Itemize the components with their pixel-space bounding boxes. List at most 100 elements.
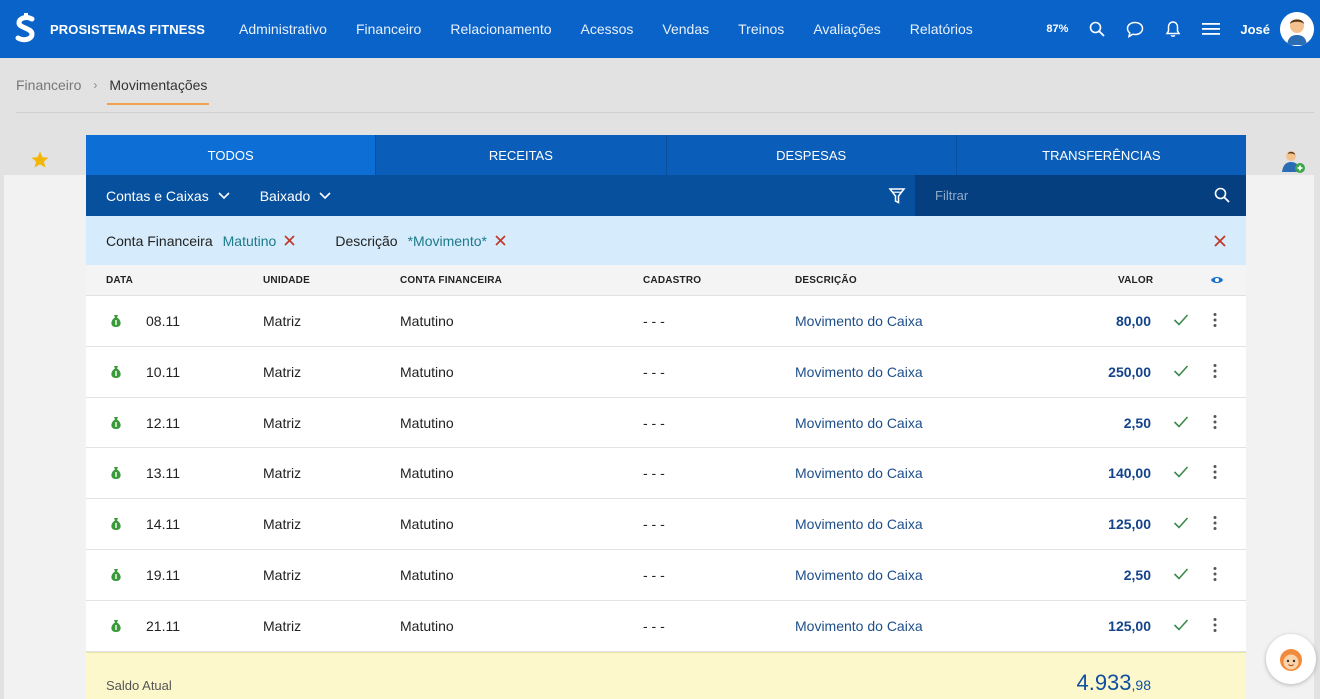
cell-cadastro: - - - bbox=[643, 566, 665, 583]
cell-descricao[interactable]: Movimento do Caixa bbox=[795, 465, 923, 481]
cell-conta: Matutino bbox=[400, 414, 454, 431]
eye-icon[interactable] bbox=[1210, 275, 1224, 285]
cell-conta: Matutino bbox=[400, 313, 454, 329]
tab-despesas[interactable]: DESPESAS bbox=[667, 135, 957, 175]
cell-data: 21.11 bbox=[146, 617, 180, 634]
active-filters: Conta Financeira Matutino Descrição *Mov… bbox=[86, 216, 1246, 265]
check-icon[interactable] bbox=[1173, 465, 1189, 479]
check-icon[interactable] bbox=[1173, 313, 1189, 327]
tab-todos[interactable]: TODOS bbox=[86, 135, 377, 175]
kebab-menu-icon[interactable] bbox=[1212, 312, 1218, 328]
money-bag-icon bbox=[111, 568, 121, 581]
cell-valor: 80,00 bbox=[1115, 313, 1151, 329]
column-header-data[interactable]: DATA bbox=[106, 275, 133, 286]
breadcrumb-divider bbox=[16, 112, 1314, 113]
column-header-unidade[interactable]: UNIDADE bbox=[263, 275, 310, 286]
nav-item-treinos[interactable]: Treinos bbox=[738, 21, 784, 37]
zoom-level[interactable]: 87% bbox=[1046, 23, 1068, 35]
cell-descricao[interactable]: Movimento do Caixa bbox=[795, 618, 923, 634]
kebab-menu-icon[interactable] bbox=[1212, 566, 1218, 582]
cell-data: 19.11 bbox=[146, 566, 180, 583]
main-nav: Administrativo Financeiro Relacionamento… bbox=[239, 21, 1002, 37]
cell-descricao[interactable]: Movimento do Caixa bbox=[795, 364, 923, 380]
cell-descricao[interactable]: Movimento do Caixa bbox=[795, 313, 923, 329]
cell-unidade: Matriz bbox=[263, 617, 302, 634]
assistant-button[interactable] bbox=[1266, 634, 1316, 684]
favorite-star-icon[interactable] bbox=[30, 150, 50, 170]
table-row[interactable]: 13.11 Matriz Matutino - - - Movimento do Cai… bbox=[86, 448, 1246, 500]
top-right-tools: 87% José bbox=[1046, 0, 1320, 58]
search-icon[interactable] bbox=[1214, 187, 1230, 203]
balance-decimal: ,98 bbox=[1131, 677, 1151, 693]
check-icon[interactable] bbox=[1173, 364, 1189, 378]
cell-valor: 2,50 bbox=[1123, 566, 1151, 583]
filter-bar: Contas e Caixas Baixado bbox=[86, 175, 1246, 216]
tab-receitas[interactable]: RECEITAS bbox=[376, 135, 667, 175]
search-icon[interactable] bbox=[1088, 20, 1106, 38]
filter-chip-conta: Conta Financeira Matutino bbox=[106, 233, 295, 249]
bell-icon[interactable] bbox=[1164, 20, 1182, 38]
user-name[interactable]: José bbox=[1240, 22, 1270, 37]
cell-descricao[interactable]: Movimento do Caixa bbox=[795, 415, 923, 431]
nav-item-avaliacoes[interactable]: Avaliações bbox=[813, 21, 880, 37]
accounts-dropdown[interactable]: Contas e Caixas bbox=[106, 188, 230, 204]
chevron-down-icon bbox=[319, 191, 331, 199]
cell-descricao[interactable]: Movimento do Caixa bbox=[795, 567, 923, 583]
filter-input[interactable] bbox=[935, 188, 1195, 203]
nav-item-relacionamento[interactable]: Relacionamento bbox=[450, 21, 551, 37]
column-header-descricao[interactable]: DESCRIÇÃO bbox=[795, 275, 857, 286]
kebab-menu-icon[interactable] bbox=[1212, 515, 1218, 531]
table-row[interactable]: 19.11 Matriz Matutino - - - Movimento do Cai… bbox=[86, 550, 1246, 601]
column-header-valor[interactable]: VALOR bbox=[1118, 275, 1153, 286]
avatar[interactable] bbox=[1280, 12, 1314, 46]
hamburger-menu-icon[interactable] bbox=[1202, 20, 1221, 38]
kebab-menu-icon[interactable] bbox=[1212, 617, 1218, 633]
table-row[interactable]: 08.11 Matriz Matutino - - - Movimento do Cai… bbox=[86, 296, 1246, 347]
table-row[interactable]: 21.11 Matriz Matutino - - - Movimento do Cai… bbox=[86, 601, 1246, 652]
filter-chip-descricao: Descrição *Movimento* bbox=[335, 233, 506, 249]
filter-search-box bbox=[915, 175, 1246, 216]
table-header: DATA UNIDADE CONTA FINANCEIRA CADASTRO D… bbox=[86, 265, 1246, 296]
check-icon[interactable] bbox=[1173, 567, 1189, 581]
nav-item-financeiro[interactable]: Financeiro bbox=[356, 21, 421, 37]
nav-item-acessos[interactable]: Acessos bbox=[581, 21, 634, 37]
column-header-conta[interactable]: CONTA FINANCEIRA bbox=[400, 275, 502, 286]
cell-conta: Matutino bbox=[400, 566, 454, 583]
chip-value: *Movimento* bbox=[407, 232, 487, 249]
nav-item-relatorios[interactable]: Relatórios bbox=[910, 21, 973, 37]
funnel-filter-icon[interactable] bbox=[888, 187, 906, 205]
accounts-dropdown-label: Contas e Caixas bbox=[106, 187, 209, 204]
tab-transferencias[interactable]: TRANSFERÊNCIAS bbox=[957, 135, 1246, 175]
add-user-icon[interactable] bbox=[1280, 148, 1306, 174]
breadcrumb-parent[interactable]: Financeiro bbox=[16, 77, 81, 93]
table-row[interactable]: 12.11 Matriz Matutino - - - Movimento do Cai… bbox=[86, 398, 1246, 449]
kebab-menu-icon[interactable] bbox=[1212, 464, 1218, 480]
breadcrumb: Financeiro › Movimentações bbox=[16, 77, 210, 105]
column-header-cadastro[interactable]: CADASTRO bbox=[643, 275, 701, 286]
kebab-menu-icon[interactable] bbox=[1212, 363, 1218, 379]
check-icon[interactable] bbox=[1173, 516, 1189, 530]
table-row[interactable]: 10.11 Matriz Matutino - - - Movimento do Cai… bbox=[86, 347, 1246, 398]
cell-conta: Matutino bbox=[400, 363, 454, 380]
nav-item-administrativo[interactable]: Administrativo bbox=[239, 21, 327, 37]
check-icon[interactable] bbox=[1173, 415, 1189, 429]
chat-icon[interactable] bbox=[1126, 20, 1144, 38]
check-icon[interactable] bbox=[1173, 618, 1189, 632]
movements-panel: TODOS RECEITAS DESPESAS TRANSFERÊNCIAS C… bbox=[86, 135, 1246, 699]
nav-item-vendas[interactable]: Vendas bbox=[662, 21, 709, 37]
type-tabs: TODOS RECEITAS DESPESAS TRANSFERÊNCIAS bbox=[86, 135, 1246, 175]
cell-data: 13.11 bbox=[146, 465, 180, 482]
kebab-menu-icon[interactable] bbox=[1212, 414, 1218, 430]
cell-conta: Matutino bbox=[400, 465, 454, 482]
chip-label: Conta Financeira bbox=[106, 232, 213, 249]
close-icon[interactable] bbox=[284, 235, 295, 246]
clear-filters-close-icon[interactable] bbox=[1214, 234, 1226, 252]
table-row[interactable]: 14.11 Matriz Matutino - - - Movimento do Cai… bbox=[86, 499, 1246, 550]
close-icon[interactable] bbox=[495, 235, 506, 246]
cell-descricao[interactable]: Movimento do Caixa bbox=[795, 516, 923, 532]
status-dropdown[interactable]: Baixado bbox=[260, 188, 332, 204]
logo-icon bbox=[15, 13, 35, 43]
cell-valor: 125,00 bbox=[1108, 617, 1151, 634]
logo[interactable]: PROSISTEMAS FITNESS bbox=[14, 13, 205, 45]
cell-cadastro: - - - bbox=[643, 313, 665, 329]
